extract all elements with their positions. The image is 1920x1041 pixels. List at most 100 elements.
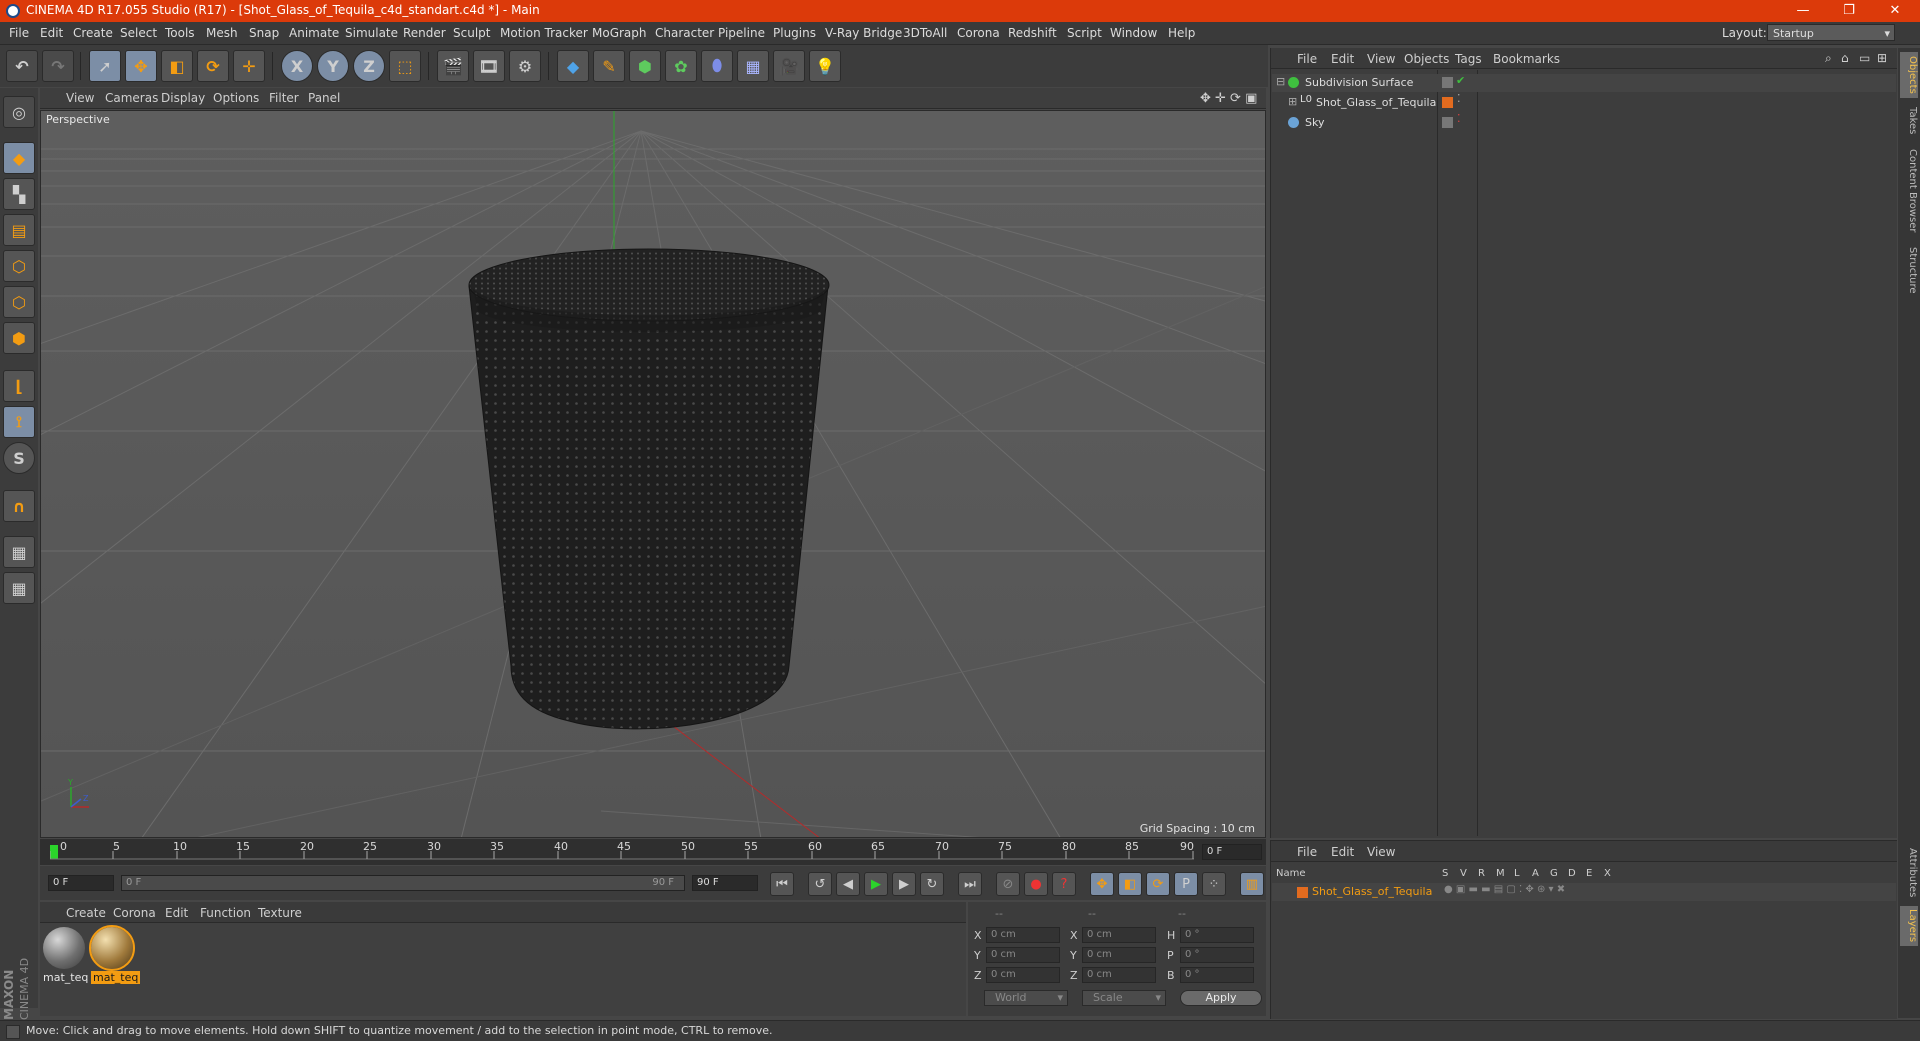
rotation-p-field[interactable]: 0 ° bbox=[1180, 947, 1254, 963]
home-icon[interactable]: ⌂ bbox=[1841, 51, 1849, 65]
keyframe-selection-icon[interactable]: ? bbox=[1052, 872, 1076, 896]
menu-3dtoall[interactable]: 3DToAll bbox=[903, 26, 947, 40]
menu-simulate[interactable]: Simulate bbox=[345, 26, 398, 40]
polygons-mode-icon[interactable]: ⬢ bbox=[3, 322, 35, 354]
current-frame-field[interactable]: 0 F bbox=[1202, 844, 1262, 860]
layer-menu-view[interactable]: View bbox=[1367, 845, 1395, 859]
key-position-icon[interactable]: ✥ bbox=[1090, 872, 1114, 896]
transform-icon[interactable]: ✛ bbox=[233, 50, 265, 82]
rotation-b-field[interactable]: 0 ° bbox=[1180, 967, 1254, 983]
shot-glass-mesh[interactable] bbox=[468, 248, 830, 730]
menu-redshift[interactable]: Redshift bbox=[1008, 26, 1057, 40]
new-window-icon[interactable]: ▭ bbox=[1859, 51, 1870, 65]
position-y-field[interactable]: 0 cm bbox=[986, 947, 1060, 963]
menu-edit[interactable]: Edit bbox=[40, 26, 63, 40]
close-button[interactable]: ✕ bbox=[1872, 0, 1918, 22]
y-axis-lock-button[interactable]: Y bbox=[317, 50, 349, 82]
menu-select[interactable]: Select bbox=[120, 26, 157, 40]
pen-spline-icon[interactable]: ✎ bbox=[593, 50, 625, 82]
texture-mode-icon[interactable]: ▚ bbox=[3, 178, 35, 210]
menu-tools[interactable]: Tools bbox=[165, 26, 195, 40]
object-row[interactable]: ⊞ L0 Shot_Glass_of_Tequila ⁚ bbox=[1272, 92, 1896, 112]
expand-icon[interactable]: ⊞ bbox=[1288, 95, 1297, 108]
floor-icon[interactable]: ▦ bbox=[737, 50, 769, 82]
render-picture-viewer-icon[interactable]: 🎞 bbox=[473, 50, 505, 82]
tab-takes[interactable]: Takes bbox=[1900, 104, 1918, 138]
menu-motion-tracker[interactable]: Motion Tracker bbox=[500, 26, 588, 40]
autokeying-icon[interactable]: ● bbox=[1024, 872, 1048, 896]
material-menu-edit[interactable]: Edit bbox=[165, 906, 188, 920]
position-z-field[interactable]: 0 cm bbox=[986, 967, 1060, 983]
layer-color-swatch[interactable] bbox=[1297, 887, 1308, 898]
snap-icon[interactable]: ∩ bbox=[3, 490, 35, 522]
layer-menu-file[interactable]: File bbox=[1297, 845, 1317, 859]
camera-icon[interactable]: 🎥 bbox=[773, 50, 805, 82]
play-icon[interactable]: ▶ bbox=[864, 872, 888, 896]
make-editable-icon[interactable]: ◎ bbox=[3, 96, 35, 128]
size-y-field[interactable]: 0 cm bbox=[1082, 947, 1156, 963]
size-x-field[interactable]: 0 cm bbox=[1082, 927, 1156, 943]
previous-key-icon[interactable]: ↺ bbox=[808, 872, 832, 896]
search-icon[interactable]: ⌕ bbox=[1825, 51, 1832, 66]
cloner-icon[interactable]: ✿ bbox=[665, 50, 697, 82]
cube-primitive-icon[interactable]: ◆ bbox=[557, 50, 589, 82]
menu-create[interactable]: Create bbox=[73, 26, 113, 40]
menu-pipeline[interactable]: Pipeline bbox=[718, 26, 765, 40]
menu-vray-bridge[interactable]: V-Ray Bridge bbox=[825, 26, 902, 40]
solo-mode-icon[interactable]: S bbox=[3, 442, 35, 474]
enabled-check-icon[interactable]: ✔ bbox=[1456, 74, 1465, 87]
z-axis-lock-button[interactable]: Z bbox=[353, 50, 385, 82]
coordinate-system-icon[interactable]: ⬚ bbox=[389, 50, 421, 82]
workplane-lock-icon[interactable]: ▦ bbox=[3, 536, 35, 568]
menu-sculpt[interactable]: Sculpt bbox=[453, 26, 490, 40]
viewport-menu-display[interactable]: Display bbox=[161, 91, 205, 105]
go-to-start-icon[interactable]: ⏮ bbox=[770, 872, 794, 896]
coordinate-space-dropdown[interactable]: World ▾ bbox=[984, 990, 1068, 1006]
menu-help[interactable]: Help bbox=[1168, 26, 1195, 40]
rotation-h-field[interactable]: 0 ° bbox=[1180, 927, 1254, 943]
viewport-menu-view[interactable]: View bbox=[66, 91, 94, 105]
object-menu-tags[interactable]: Tags bbox=[1455, 52, 1482, 66]
layout-select[interactable]: Startup ▾ bbox=[1767, 24, 1895, 41]
timeline-window-icon[interactable]: ▥ bbox=[1240, 872, 1264, 896]
viewport-menu-cameras[interactable]: Cameras bbox=[105, 91, 158, 105]
menu-render[interactable]: Render bbox=[403, 26, 446, 40]
size-z-field[interactable]: 0 cm bbox=[1082, 967, 1156, 983]
apply-button[interactable]: Apply bbox=[1180, 990, 1262, 1006]
object-menu-view[interactable]: View bbox=[1367, 52, 1395, 66]
minimize-button[interactable]: — bbox=[1780, 0, 1826, 22]
position-x-field[interactable]: 0 cm bbox=[986, 927, 1060, 943]
x-axis-lock-button[interactable]: X bbox=[281, 50, 313, 82]
start-frame-field[interactable]: 0 F bbox=[48, 875, 114, 891]
subdivision-surface-icon[interactable]: ⬢ bbox=[629, 50, 661, 82]
layer-menu-edit[interactable]: Edit bbox=[1331, 845, 1354, 859]
viewport-menu-filter[interactable]: Filter bbox=[269, 91, 299, 105]
key-rotation-icon[interactable]: ⟳ bbox=[1146, 872, 1170, 896]
tab-structure[interactable]: Structure bbox=[1900, 244, 1918, 296]
menu-file[interactable]: File bbox=[9, 26, 29, 40]
tab-content-browser[interactable]: Content Browser bbox=[1900, 146, 1918, 236]
points-mode-icon[interactable]: ⬡ bbox=[3, 250, 35, 282]
render-settings-icon[interactable]: ⚙ bbox=[509, 50, 541, 82]
layer-toggle-icons[interactable]: ● ▣ ▬ ▬ ▤ ▢ ⁚ ✥ ⊛ ▾ ✖ bbox=[1444, 884, 1565, 895]
tab-layers[interactable]: Layers bbox=[1900, 906, 1918, 946]
undo-icon[interactable]: ↶ bbox=[6, 50, 38, 82]
size-mode-dropdown[interactable]: Scale ▾ bbox=[1082, 990, 1166, 1006]
scale-icon[interactable]: ◧ bbox=[161, 50, 193, 82]
viewport-navigation-icons[interactable]: ✥ ✛ ⟳ ▣ bbox=[1200, 91, 1257, 106]
visibility-dots-icon[interactable]: ⁚ bbox=[1457, 112, 1461, 125]
planar-workplane-icon[interactable]: ▦ bbox=[3, 572, 35, 604]
material-preview-selected[interactable] bbox=[89, 925, 135, 971]
record-keys-icon[interactable]: ⊘ bbox=[996, 872, 1020, 896]
material-preview[interactable] bbox=[43, 927, 85, 969]
object-menu-file[interactable]: File bbox=[1297, 52, 1317, 66]
visibility-dots-icon[interactable]: ⁚ bbox=[1457, 92, 1461, 105]
material-menu-function[interactable]: Function bbox=[200, 906, 251, 920]
menu-script[interactable]: Script bbox=[1067, 26, 1102, 40]
model-mode-icon[interactable]: ◆ bbox=[3, 142, 35, 174]
menu-mograph[interactable]: MoGraph bbox=[592, 26, 647, 40]
rotate-icon[interactable]: ⟳ bbox=[197, 50, 229, 82]
menu-character[interactable]: Character bbox=[655, 26, 714, 40]
preview-range-slider[interactable]: 0 F 90 F bbox=[121, 875, 685, 891]
tab-objects[interactable]: Objects bbox=[1900, 52, 1918, 98]
